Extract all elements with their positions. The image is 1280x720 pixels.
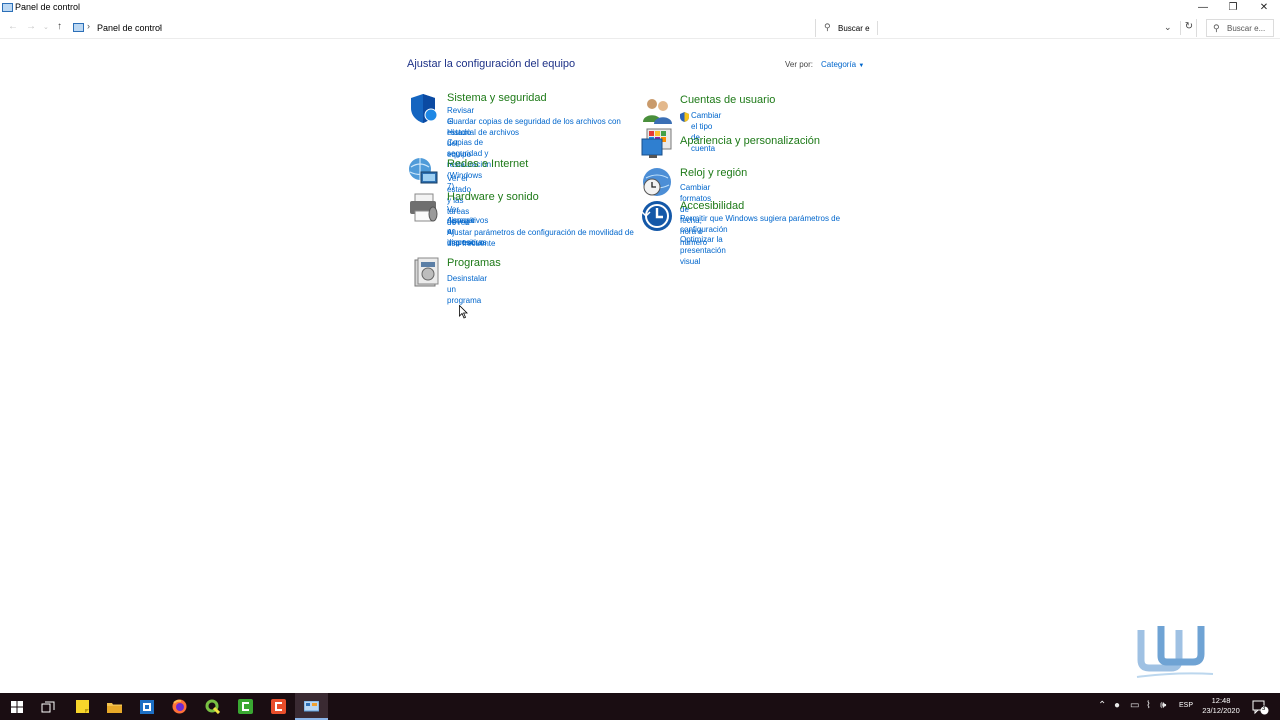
category-title[interactable]: Cuentas de usuario xyxy=(680,94,775,106)
taskbar-clock[interactable]: 12:48 23/12/2020 xyxy=(1196,696,1246,716)
refresh-icon[interactable]: ↻ xyxy=(1180,21,1197,35)
category-title[interactable]: Reloj y región xyxy=(680,167,747,179)
users-icon[interactable] xyxy=(641,94,673,126)
clock-date: 23/12/2020 xyxy=(1202,706,1240,715)
clock-globe-icon[interactable] xyxy=(641,166,673,198)
link-file-history[interactable]: Guardar copias de seguridad de los archi… xyxy=(447,116,627,138)
link-suggest-settings[interactable]: Permitir que Windows sugiera parámetros … xyxy=(680,213,860,235)
programs-icon[interactable] xyxy=(409,256,441,288)
view-by-value: Categoría xyxy=(821,60,857,69)
clock-time: 12:48 xyxy=(1211,696,1231,705)
address-search-box: ⚲ ⌄ ↻ xyxy=(815,19,1197,37)
wifi-icon[interactable]: ⌇ xyxy=(1146,700,1151,711)
accessibility-icon[interactable] xyxy=(641,200,673,232)
sticky-notes-icon xyxy=(76,700,89,713)
window-title: Panel de control xyxy=(15,2,81,12)
view-by-label: Ver por: xyxy=(785,60,814,69)
category-title[interactable]: Accesibilidad xyxy=(680,200,744,212)
search-icon: ⚲ xyxy=(824,22,831,32)
recent-chevron-icon[interactable]: ⌄ xyxy=(43,23,49,31)
mouse-cursor-icon xyxy=(459,305,468,319)
category-title[interactable]: Redes e Internet xyxy=(447,158,528,170)
app-icon xyxy=(139,699,154,714)
task-view-button[interactable] xyxy=(31,693,64,720)
close-button[interactable]: ✕ xyxy=(1249,0,1279,16)
back-arrow-icon[interactable]: ← xyxy=(8,21,18,32)
page-title: Ajustar la configuración del equipo xyxy=(407,58,576,70)
notification-center-button[interactable]: 3 xyxy=(1250,698,1270,716)
view-by-dropdown[interactable]: Categoría ▼ xyxy=(821,60,864,69)
taskbar-recorder[interactable] xyxy=(262,693,295,720)
chevron-down-icon[interactable]: ⌄ xyxy=(1164,22,1172,33)
link-optimize-display[interactable]: Optimizar la presentación visual xyxy=(680,234,726,267)
search-input[interactable] xyxy=(838,21,878,35)
category-title[interactable]: Hardware y sonido xyxy=(447,191,539,203)
file-explorer-icon xyxy=(107,702,122,713)
task-view-icon xyxy=(41,701,54,712)
control-panel-icon xyxy=(304,700,319,711)
control-panel-icon xyxy=(73,23,84,32)
category-title[interactable]: Sistema y seguridad xyxy=(447,92,547,104)
breadcrumb-control-panel[interactable]: Panel de control xyxy=(97,23,162,33)
forward-arrow-icon[interactable]: → xyxy=(26,21,36,32)
title-bar: Panel de control — ❐ ✕ xyxy=(0,0,1280,16)
notification-count: 3 xyxy=(1262,706,1266,712)
watermark-logo xyxy=(1136,626,1214,678)
network-tray-icon[interactable]: ▭ xyxy=(1130,700,1139,711)
taskbar: ⌃ ● ▭ ⌇ 🕪 ESP 12:48 23/12/2020 3 xyxy=(0,693,1280,720)
printer-icon[interactable] xyxy=(407,192,439,224)
link-change-account-type[interactable]: Cambiar el tipo de cuenta xyxy=(691,110,721,154)
volume-icon[interactable]: 🕪 xyxy=(1160,700,1166,711)
breadcrumb[interactable]: › Panel de control › xyxy=(70,19,814,37)
camtasia-icon xyxy=(238,699,253,714)
shield-icon[interactable] xyxy=(407,92,439,124)
link-uninstall-program[interactable]: Desinstalar un programa xyxy=(447,273,487,306)
search-placeholder: Buscar e... xyxy=(1227,24,1266,33)
taskbar-sticky-notes[interactable] xyxy=(66,693,99,720)
language-indicator[interactable]: ESP xyxy=(1179,702,1193,709)
taskbar-camtasia[interactable] xyxy=(229,693,262,720)
control-panel-icon xyxy=(2,3,13,12)
windows-start-icon xyxy=(10,700,23,713)
control-panel-search[interactable]: ⚲ Buscar e... xyxy=(1206,19,1274,37)
category-title[interactable]: Apariencia y personalización xyxy=(680,135,820,147)
taskbar-control-panel[interactable] xyxy=(295,693,328,720)
address-bar-row: ← → ⌄ ↑ › Panel de control › ⚲ ⌄ ↻ ⚲ Bus… xyxy=(0,17,1280,39)
chevron-right-icon[interactable]: › xyxy=(159,21,162,31)
start-button[interactable] xyxy=(0,693,33,720)
link-mobility-settings[interactable]: Ajustar parámetros de configuración de m… xyxy=(447,227,642,249)
search-icon: ⚲ xyxy=(1213,23,1220,33)
caret-down-icon: ▼ xyxy=(858,63,865,69)
taskbar-firefox[interactable] xyxy=(163,693,196,720)
minimize-button[interactable]: — xyxy=(1188,0,1218,16)
taskbar-app[interactable] xyxy=(130,693,163,720)
chevron-up-icon[interactable]: ⌃ xyxy=(1098,700,1106,711)
uac-shield-icon xyxy=(680,109,689,122)
monitor-icon[interactable] xyxy=(641,127,673,159)
up-arrow-icon[interactable]: ↑ xyxy=(57,21,62,32)
chevron-right-icon[interactable]: › xyxy=(87,21,90,31)
microphone-icon[interactable]: ● xyxy=(1114,700,1120,711)
firefox-icon xyxy=(172,699,187,714)
maximize-button[interactable]: ❐ xyxy=(1218,0,1248,16)
qgis-icon xyxy=(205,699,220,714)
taskbar-file-explorer[interactable] xyxy=(98,693,131,720)
notification-icon xyxy=(1252,700,1269,715)
category-title[interactable]: Programas xyxy=(447,257,501,269)
network-icon[interactable] xyxy=(407,155,439,187)
recorder-icon xyxy=(271,699,286,714)
taskbar-qgis[interactable] xyxy=(196,693,229,720)
